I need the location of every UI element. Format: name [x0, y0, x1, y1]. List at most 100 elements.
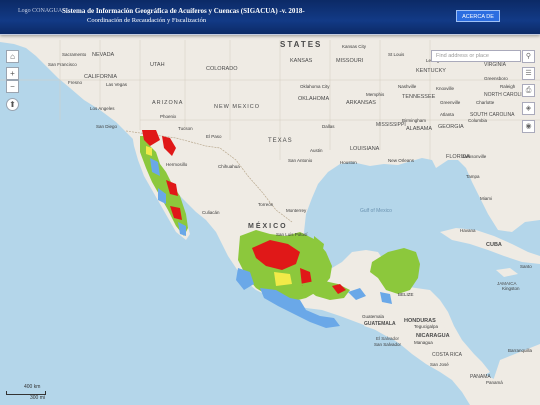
label-virginia: VIRGINIA: [484, 62, 507, 68]
city-belize: BELIZE: [398, 292, 414, 297]
label-states: STATES: [280, 40, 322, 49]
city-santo: Santo: [520, 264, 532, 269]
city-san-salvador: San Salvador: [374, 342, 402, 347]
city-new-orleans: New Orleans: [388, 158, 415, 163]
city-birmingham: Birmingham: [402, 118, 426, 123]
scale-bar: 400 km 300 mi: [6, 384, 46, 401]
home-button[interactable]: ⌂: [6, 50, 19, 63]
city-barranquilla: Barranquilla: [508, 348, 533, 353]
south-america: [490, 344, 540, 405]
city-managua: Managua: [414, 340, 433, 345]
city-culiacan: Culiacán: [202, 210, 220, 215]
city-monterrey: Monterrey: [286, 208, 307, 213]
city-los-angeles: Los Angeles: [90, 106, 115, 111]
app-title: Sistema de Información Geográfica de Acu…: [62, 7, 305, 15]
city-houston: Houston: [340, 160, 357, 165]
city-austin: Austin: [310, 148, 323, 153]
city-san-jose: San José: [430, 362, 449, 367]
city-tampa: Tampa: [466, 174, 480, 179]
city-guatemala: Guatemala: [362, 314, 385, 319]
zoom-out-button[interactable]: −: [6, 80, 19, 93]
locate-button[interactable]: ⬆: [6, 98, 19, 111]
city-columbia: Columbia: [468, 118, 488, 123]
north-america-land: [0, 34, 540, 380]
city-jacksonville: Jacksonville: [462, 154, 487, 159]
layers-button[interactable]: ◈: [522, 102, 535, 115]
city-memphis: Memphis: [366, 92, 385, 97]
city-miami: Miami: [480, 196, 492, 201]
city-nashville: Nashville: [398, 84, 417, 89]
layers-icon: ◈: [525, 105, 532, 112]
city-phoenix: Phoenix: [160, 114, 177, 119]
city-greensboro: Greensboro: [484, 76, 508, 81]
label-kansas: KANSAS: [290, 58, 313, 64]
label-california: CALIFORNIA: [84, 74, 117, 80]
label-mexico: MÉXICO: [248, 221, 288, 230]
label-el-salvador: El Salvador: [376, 336, 400, 341]
zoom-in-button[interactable]: +: [6, 67, 19, 80]
city-knoxville: Knoxville: [436, 86, 455, 91]
app-header: Logo CONAGUA Sistema de Información Geog…: [0, 0, 540, 35]
logo-broken-image: Logo CONAGUA: [18, 8, 63, 14]
label-tennessee: TENNESSEE: [402, 94, 436, 100]
legend-button[interactable]: ◉: [522, 120, 535, 133]
label-new-mexico: NEW MEXICO: [214, 104, 260, 110]
basemap-icon: ☰: [525, 70, 532, 77]
city-tegucigalpa: Tegucigalpa: [414, 324, 439, 329]
city-havana: Havana: [460, 228, 476, 233]
label-georgia: GEORGIA: [438, 124, 464, 130]
label-arizona: ARIZONA: [152, 100, 183, 106]
label-arkansas: ARKANSAS: [346, 100, 376, 106]
city-raleigh: Raleigh: [500, 84, 516, 89]
city-greenville: Greenville: [440, 100, 461, 105]
label-cuba: CUBA: [486, 242, 502, 248]
label-nicaragua: NICARAGUA: [416, 333, 450, 339]
label-alabama: ALABAMA: [406, 126, 432, 132]
home-icon: ⌂: [10, 52, 15, 61]
label-texas: TEXAS: [268, 138, 293, 144]
city-dallas: Dallas: [322, 124, 335, 129]
compass-icon: ⬆: [9, 100, 16, 109]
label-missouri: MISSOURI: [336, 58, 364, 64]
scale-metric-label: 400 km: [24, 384, 41, 390]
city-tucson: Tucson: [178, 126, 193, 131]
basemap-button[interactable]: ☰: [522, 67, 535, 80]
label-guatemala: GUATEMALA: [364, 321, 396, 327]
city-chihuahua: Chihuahua: [218, 164, 240, 169]
city-kingston: Kingston: [502, 286, 520, 291]
label-colorado: COLORADO: [206, 66, 238, 72]
scale-imperial-label: 300 mi: [30, 395, 46, 401]
city-san-diego: San Diego: [96, 124, 118, 129]
city-el-paso: El Paso: [206, 134, 222, 139]
app-subtitle: Coordinación de Recaudación y Fiscalizac…: [87, 17, 207, 24]
label-utah: UTAH: [150, 62, 165, 68]
city-charlotte: Charlotte: [476, 100, 495, 105]
city-san-luis: San Luis Potosí: [276, 232, 308, 237]
city-kansas-city: Kansas City: [342, 44, 367, 49]
label-kentucky: KENTUCKY: [416, 68, 446, 74]
label-costa-rica: COSTA RICA: [432, 352, 463, 358]
search-icon: ⚲: [525, 53, 532, 60]
search-input[interactable]: Find address or place: [431, 50, 521, 62]
city-fresno: Fresno: [68, 80, 83, 85]
print-icon: ⎙: [525, 87, 532, 94]
print-button[interactable]: ⎙: [522, 84, 535, 97]
city-san-francisco: San Francisco: [48, 62, 77, 67]
city-hermosillo: Hermosillo: [166, 162, 188, 167]
label-oklahoma: OKLAHOMA: [298, 96, 330, 102]
city-atlanta: Atlanta: [440, 112, 455, 117]
search-button[interactable]: ⚲: [522, 50, 535, 63]
city-sacramento: Sacramento: [62, 52, 87, 57]
city-torreon: Torreón: [258, 202, 274, 207]
city-oklahoma-city: Oklahoma City: [300, 84, 330, 89]
city-st-louis: St Louis: [388, 52, 405, 57]
label-nevada: NEVADA: [92, 52, 115, 58]
city-panama: Panamá: [486, 380, 503, 385]
jamaica: [496, 268, 518, 277]
label-louisiana: LOUISIANA: [350, 146, 380, 152]
city-san-antonio: San Antonio: [288, 158, 313, 163]
legend-icon: ◉: [525, 123, 532, 130]
city-las-vegas: Las Vegas: [106, 82, 128, 87]
about-button[interactable]: ACERCA DE: [456, 10, 500, 22]
label-gulf: Gulf of Mexico: [360, 208, 392, 214]
